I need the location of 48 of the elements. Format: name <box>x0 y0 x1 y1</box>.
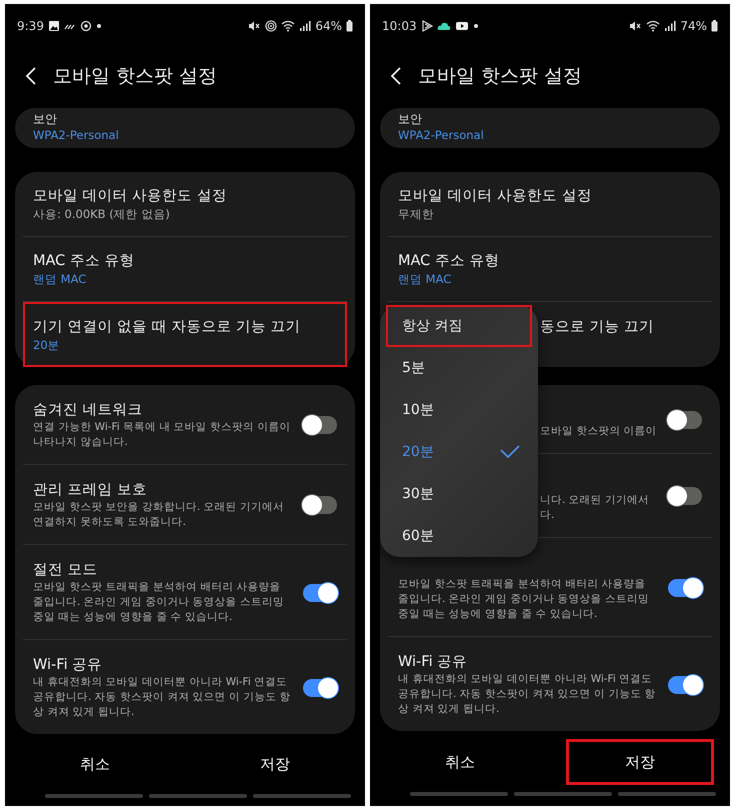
setting-title: MAC 주소 유형 <box>398 252 501 270</box>
setting-value: WPA2-Personal <box>33 128 120 142</box>
setting-value: 랜덤 MAC <box>398 272 452 287</box>
menu-option[interactable]: 5분 <box>380 347 538 389</box>
setting-value: 랜덤 MAC <box>33 272 88 287</box>
cancel-button[interactable]: 취소 <box>386 739 534 785</box>
status-time: 10:03 <box>382 19 417 33</box>
setting-description: 모바일 핫스팟 보안을 강화합니다. 오래된 기기에서 연결하지 못하도록 도와줍니다. <box>33 500 286 530</box>
setting-item[interactable]: MAC 주소 유형 랜덤 MAC <box>388 237 712 302</box>
menu-option[interactable]: 10분 <box>380 389 538 431</box>
page-title: 모바일 핫스팟 설정 <box>53 64 218 89</box>
setting-description: 내 휴대전화의 모바일 데이터뿐 아니라 Wi-Fi 연결도 공유합니다. 자동 핫스팟이 켜져 있으면 이 기능도 항상 켜져 있게 됩니다. <box>33 675 292 720</box>
setting-title: 모바일 데이터 사용한도 설정 <box>33 187 228 205</box>
page-title: 모바일 핫스팟 설정 <box>418 64 582 89</box>
battery-percentage: 64% <box>315 19 342 33</box>
setting-description: 모바일 핫스팟 트래픽을 분석하여 배터리 사용량을 줄입니다. 온라인 게임 중이거나 동영상을 스트리밍 중일 때는 성능에 영향을 줄 수 있습니다. <box>398 577 650 622</box>
menu-option[interactable]: 60분 <box>380 515 538 557</box>
setting-title: MAC 주소 유형 <box>33 252 136 270</box>
setting-title: Wi-Fi 공유 <box>33 656 104 675</box>
setting-description: 연결 가능한 Wi-Fi 목록에 내 모바일 핫스팟의 이름이 나타나지 않습니다. <box>33 420 292 450</box>
setting-description: 니다. 오래된 기기에서 다. <box>540 493 650 523</box>
setting-item[interactable]: MAC 주소 유형 랜덤 MAC <box>23 237 347 302</box>
setting-description: 모바일 핫스팟의 이름이 <box>540 424 658 439</box>
save-button[interactable]: 저장 <box>566 739 714 785</box>
setting-value: 20분 <box>33 338 61 352</box>
setting-title: 관리 프레임 보호 <box>33 481 148 500</box>
setting-item[interactable]: 모바일 데이터 사용한도 설정 무제한 <box>388 172 712 237</box>
setting-title: 기기 연결이 없을 때 자동으로 기능 끄기 <box>33 318 302 336</box>
setting-title: Wi-Fi 공유 <box>398 653 468 672</box>
setting-value: 사용: 0.00KB (제한 없음) <box>33 207 171 222</box>
setting-title: 모바일 데이터 사용한도 설정 <box>398 187 593 205</box>
setting-item[interactable]: 기기 연결이 없을 때 자동으로 기능 끄기 20분 <box>23 302 347 367</box>
setting-title: 보안 <box>398 112 423 126</box>
setting-title: 숨겨진 네트워크 <box>33 401 144 420</box>
setting-description: 모바일 핫스팟 트래픽을 분석하여 배터리 사용량을 줄입니다. 온라인 게임 중이거나 동영상을 스트리밍 중일 때는 성능에 영향을 줄 수 있습니다. <box>33 580 286 625</box>
menu-option[interactable]: 30분 <box>380 473 538 515</box>
menu-option[interactable]: 항상 켜짐 <box>386 305 532 347</box>
setting-value: 무제한 <box>398 207 435 222</box>
setting-item[interactable]: 모바일 데이터 사용한도 설정 사용: 0.00KB (제한 없음) <box>23 172 347 237</box>
save-button[interactable]: 저장 <box>201 741 349 787</box>
setting-description: 내 휴대전화의 모바일 데이터뿐 아니라 Wi-Fi 연결도 공유합니다. 자동 핫스팟이 켜져 있으면 이 기능도 항상 켜져 있게 됩니다. <box>398 672 657 717</box>
setting-title: 보안 <box>33 112 58 126</box>
status-time: 9:39 <box>17 19 44 33</box>
setting-title: 절전 모드 <box>33 561 99 580</box>
setting-value: WPA2-Personal <box>398 128 485 142</box>
battery-percentage: 74% <box>680 19 707 33</box>
cancel-button[interactable]: 취소 <box>21 741 169 787</box>
menu-option[interactable]: 20분 <box>380 431 538 473</box>
